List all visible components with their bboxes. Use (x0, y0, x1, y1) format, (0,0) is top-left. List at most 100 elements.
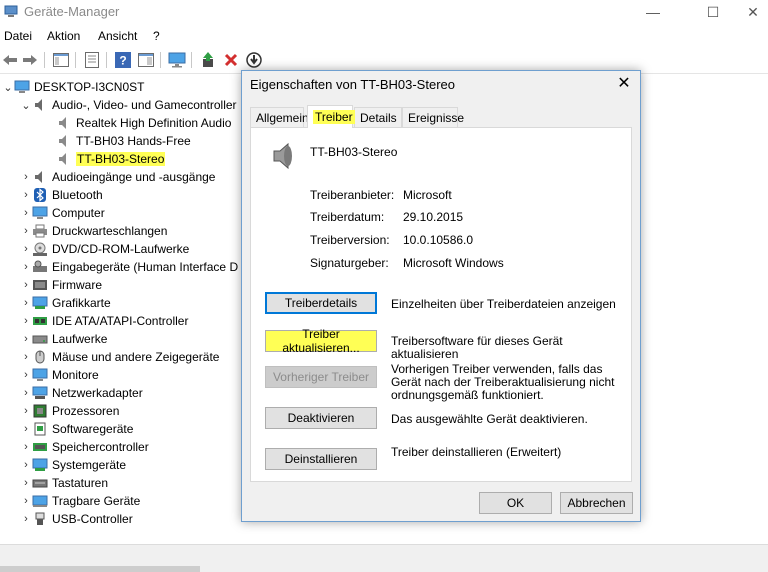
speaker-icon (271, 142, 297, 170)
provider-label: Treiberanbieter: (310, 188, 395, 202)
back-arrow-icon[interactable] (1, 52, 19, 68)
expand-chevron-icon[interactable]: › (20, 495, 32, 507)
disable-device-button[interactable]: Deaktivieren (265, 407, 377, 429)
tab-details[interactable]: Details (354, 107, 402, 127)
computer-icon (14, 80, 30, 94)
rollback-driver-button[interactable]: Vorheriger Treiber (265, 366, 377, 388)
tree-category[interactable]: › Tragbare Geräte (20, 492, 140, 510)
tree-root[interactable]: ⌄ DESKTOP-I3CN0ST (2, 78, 144, 96)
tree-category[interactable]: › Computer (20, 204, 105, 222)
expand-chevron-icon[interactable]: › (20, 297, 32, 309)
tree-category-audio[interactable]: ⌄ Audio-, Video- und Gamecontroller (20, 96, 236, 114)
rollback-driver-description: Vorherigen Treiber verwenden, falls das … (391, 362, 615, 402)
horizontal-scrollbar[interactable] (0, 566, 200, 572)
expand-chevron-icon[interactable]: › (20, 225, 32, 237)
tree-device-realtek[interactable]: Realtek High Definition Audio (56, 114, 231, 132)
tab-allgemein[interactable]: Allgemein (250, 107, 309, 127)
help-icon[interactable]: ? (114, 52, 132, 68)
tree-category[interactable]: › Audioeingänge und -ausgänge (20, 168, 215, 186)
menu-datei[interactable]: Datei (4, 29, 32, 43)
console-tree-icon[interactable] (52, 52, 70, 68)
tree-category[interactable]: › Monitore (20, 366, 99, 384)
expand-chevron-icon[interactable]: › (20, 171, 32, 183)
expand-chevron-icon[interactable]: › (20, 333, 32, 345)
tree-category[interactable]: › Systemgeräte (20, 456, 126, 474)
tree-category-label: Softwaregeräte (52, 422, 134, 436)
tree-category-label: Druckwarteschlangen (52, 224, 168, 238)
keyboard-mouse-icon (32, 260, 48, 274)
bluetooth-icon (32, 188, 48, 202)
tree-category-label: Firmware (52, 278, 102, 292)
driver-details-button[interactable]: Treiberdetails (265, 292, 377, 314)
tree-category[interactable]: › Firmware (20, 276, 102, 294)
download-icon[interactable] (245, 52, 263, 68)
version-value: 10.0.10586.0 (403, 233, 474, 247)
provider-value: Microsoft (403, 188, 452, 202)
view-icon[interactable] (137, 52, 155, 68)
tree-category-label: Speichercontroller (52, 440, 149, 454)
tree-category[interactable]: › Mäuse und andere Zeigegeräte (20, 348, 219, 366)
expand-chevron-icon[interactable]: › (20, 279, 32, 291)
expand-chevron-icon[interactable]: › (20, 423, 32, 435)
tree-category[interactable]: › Eingabegeräte (Human Interface D (20, 258, 238, 276)
menu-aktion[interactable]: Aktion (47, 29, 80, 43)
tree-category[interactable]: › Netzwerkadapter (20, 384, 143, 402)
expand-chevron-icon[interactable]: › (20, 315, 32, 327)
expand-chevron-icon[interactable]: › (20, 387, 32, 399)
close-window-button[interactable]: ✕ (730, 0, 768, 24)
expand-chevron-icon[interactable]: › (20, 351, 32, 363)
update-driver-button[interactable]: Treiber aktualisieren... (265, 327, 377, 355)
keyboard-icon (32, 476, 48, 490)
tree-category[interactable]: › IDE ATA/ATAPI-Controller (20, 312, 188, 330)
expand-chevron-icon[interactable]: › (20, 207, 32, 219)
tree-category[interactable]: › Bluetooth (20, 186, 103, 204)
collapse-chevron-icon[interactable]: ⌄ (2, 81, 14, 94)
tree-device-handsfree[interactable]: TT-BH03 Hands-Free (56, 132, 191, 150)
expand-chevron-icon[interactable]: › (20, 441, 32, 453)
collapse-chevron-icon[interactable]: ⌄ (20, 99, 32, 112)
computer-icon (32, 206, 48, 220)
monitor-icon (32, 368, 48, 382)
uninstall-icon[interactable] (222, 52, 240, 68)
uninstall-driver-description: Treiber deinstallieren (Erweitert) (391, 445, 562, 459)
expand-chevron-icon[interactable]: › (20, 513, 32, 525)
tab-ereignisse[interactable]: Ereignisse (402, 107, 464, 127)
tree-category[interactable]: › DVD/CD-ROM-Laufwerke (20, 240, 189, 258)
dialog-close-button[interactable]: ✕ (614, 73, 634, 93)
expand-chevron-icon[interactable]: › (20, 405, 32, 417)
expand-chevron-icon[interactable]: › (20, 369, 32, 381)
update-driver-icon[interactable] (199, 52, 217, 68)
tree-category[interactable]: › USB-Controller (20, 510, 133, 528)
speaker-icon (56, 116, 72, 130)
toolbar-separator (75, 52, 76, 68)
monitor-icon[interactable] (168, 52, 186, 68)
tree-device-label: Realtek High Definition Audio (76, 116, 232, 130)
expand-chevron-icon[interactable]: › (20, 459, 32, 471)
uninstall-driver-button[interactable]: Deinstallieren (265, 448, 377, 470)
tree-category[interactable]: › Druckwarteschlangen (20, 222, 167, 240)
expand-chevron-icon[interactable]: › (20, 477, 32, 489)
expand-chevron-icon[interactable]: › (20, 261, 32, 273)
forward-arrow-icon[interactable] (21, 52, 39, 68)
expand-chevron-icon[interactable]: › (20, 189, 32, 201)
toolbar-separator (160, 52, 161, 68)
tree-category[interactable]: › Grafikkarte (20, 294, 111, 312)
expand-chevron-icon[interactable]: › (20, 243, 32, 255)
tree-category[interactable]: › Prozessoren (20, 402, 119, 420)
tree-category[interactable]: › Speichercontroller (20, 438, 149, 456)
toolbar-separator (191, 52, 192, 68)
menu-ansicht[interactable]: Ansicht (98, 29, 137, 43)
ok-button[interactable]: OK (479, 492, 552, 514)
portable-device-icon (32, 494, 48, 508)
properties-icon[interactable] (83, 52, 101, 68)
cancel-button[interactable]: Abbrechen (560, 492, 633, 514)
tree-category[interactable]: › Softwaregeräte (20, 420, 133, 438)
tree-category[interactable]: › Laufwerke (20, 330, 107, 348)
minimize-button[interactable]: — (630, 0, 676, 24)
menu-help[interactable]: ? (153, 29, 160, 43)
tree-category[interactable]: › Tastaturen (20, 474, 108, 492)
main-title-bar: Geräte-Manager — ☐ ✕ (0, 0, 768, 24)
tab-treiber[interactable]: Treiber (307, 105, 355, 128)
tree-device-label: TT-BH03-Stereo (76, 152, 166, 166)
tree-device-stereo[interactable]: TT-BH03-Stereo (56, 150, 166, 168)
